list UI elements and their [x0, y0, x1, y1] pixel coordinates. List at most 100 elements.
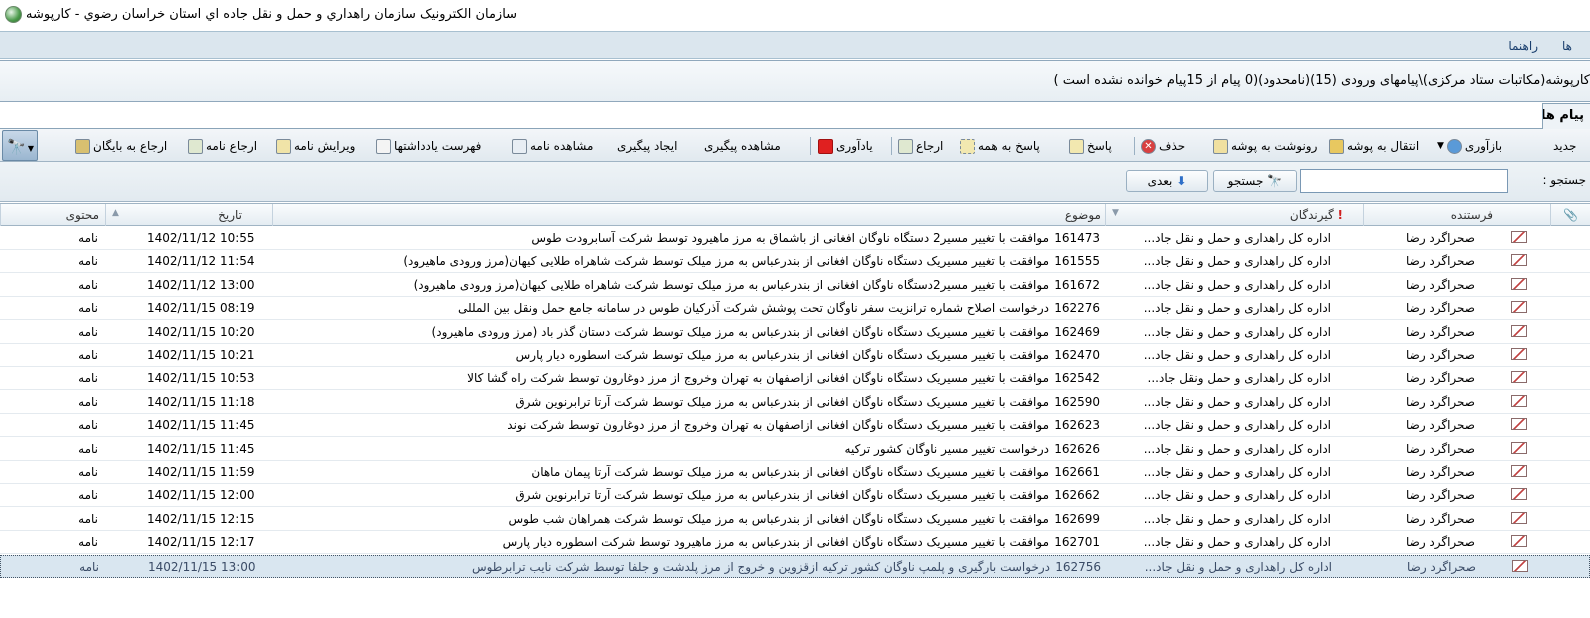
reply-all-icon	[960, 138, 975, 154]
dropdown-arrow-icon[interactable]: ▼	[1437, 141, 1444, 151]
chevron-down-icon: ▼	[27, 144, 34, 153]
table-row[interactable]: صحراگرد رضا اداره کل راهداری و حمل و نقل …	[0, 531, 1590, 554]
find-tool-button[interactable]: 🔭 ▼	[2, 130, 38, 161]
cell-content-type: نامه	[78, 371, 98, 385]
move-to-folder-button[interactable]: انتقال به پوشه	[1329, 136, 1419, 156]
table-row[interactable]: صحراگرد رضا اداره کل راهداری و حمل و نقل …	[0, 484, 1590, 507]
window-title: سازمان الكترونيک سازمان راهداري و حمل و …	[26, 7, 518, 22]
header-sender[interactable]: فرستنده	[1363, 204, 1497, 226]
cell-content-type: نامه	[78, 442, 98, 456]
cell-content-type: نامه	[78, 254, 98, 268]
table-row[interactable]: صحراگرد رضا اداره کل راهداری و حمل و نقل …	[0, 461, 1590, 484]
forward-archive-button[interactable]: ارجاع به بایگان	[75, 136, 167, 156]
menu-item-windows[interactable]: ها	[1562, 39, 1572, 53]
cell-date: 1402/11/15 10:21	[147, 348, 255, 362]
reply-button[interactable]: پاسخ	[1069, 136, 1112, 156]
view-letter-button[interactable]: مشاهده نامه	[512, 136, 593, 156]
forward-button[interactable]: ارجاع	[898, 136, 943, 156]
envelope-icon	[1511, 395, 1527, 407]
search-button[interactable]: 🔭 جستجو	[1213, 170, 1297, 192]
header-content[interactable]: محتوی	[0, 204, 105, 226]
table-row[interactable]: صحراگرد رضا اداره کل راهداری و حمل و نقل …	[0, 555, 1590, 578]
header-date[interactable]: تاریخ ▲	[105, 204, 272, 226]
cell-content-type: نامه	[78, 325, 98, 339]
cell-sender: صحراگرد رضا	[1405, 301, 1475, 315]
cell-subject: موافقت با تغییر مسیریک دستگاه ناوگان افغ…	[403, 254, 1049, 268]
table-row[interactable]: صحراگرد رضا اداره کل راهداری و حمل و نقل …	[0, 297, 1590, 320]
table-row[interactable]: صحراگرد رضا اداره کل راهداری و حمل و نقل …	[0, 250, 1590, 273]
reply-icon	[1069, 138, 1084, 154]
cell-letter-number: 162662	[1054, 488, 1100, 502]
search-input[interactable]	[1300, 169, 1508, 193]
cell-sender: صحراگرد رضا	[1405, 254, 1475, 268]
new-button[interactable]: جدید	[1553, 136, 1576, 156]
forward-letter-label: ارجاع نامه	[206, 139, 258, 153]
cell-letter-number: 162661	[1054, 465, 1100, 479]
cell-subject: موافقت با تغییر مسیریک دستگاه ناوگان افغ…	[507, 418, 1049, 432]
next-button[interactable]: ⬇ بعدی	[1126, 170, 1208, 192]
copy-to-folder-button[interactable]: رونوشت به پوشه	[1213, 136, 1317, 156]
table-row[interactable]: صحراگرد رضا اداره کل راهداری و حمل و نقل …	[0, 414, 1590, 437]
view-followup-button[interactable]: مشاهده پیگیری	[704, 136, 781, 156]
cell-recipients: اداره کل راهداری و حمل و نقل جاد...	[1143, 348, 1331, 362]
table-row[interactable]: صحراگرد رضا اداره کل راهداری و حمل و نقل …	[0, 274, 1590, 297]
table-row[interactable]: صحراگرد رضا اداره کل راهداری و حمل و نقل …	[0, 391, 1590, 414]
tab-messages[interactable]: پیام ها	[1542, 103, 1590, 129]
cell-recipients: اداره کل راهداری و حمل و نقل جاد...	[1143, 301, 1331, 315]
cell-sender: صحراگرد رضا	[1405, 231, 1475, 245]
envelope-icon	[1505, 325, 1527, 337]
folder-info-panel: کارپوشه(مکاتبات ستاد مرکزی)\پیامهای ورود…	[0, 60, 1590, 102]
cell-content-type: نامه	[78, 278, 98, 292]
cell-content-type: نامه	[78, 418, 98, 432]
binoculars-icon: 🔭	[1267, 174, 1283, 188]
notes-list-button[interactable]: فهرست یادداشتها	[376, 136, 481, 156]
cell-letter-number: 162699	[1054, 512, 1100, 526]
header-subject[interactable]: موضوع	[272, 204, 1105, 226]
menu-item-help[interactable]: راهنما	[1508, 39, 1538, 53]
copy-to-folder-label: رونوشت به پوشه	[1231, 139, 1318, 153]
envelope-icon	[1511, 442, 1527, 454]
search-button-label: جستجو	[1227, 174, 1264, 188]
cell-subject: موافقت با تغییر مسیر2دستگاه ناوگان افغان…	[413, 278, 1049, 292]
cell-recipients: اداره کل راهداری و حمل و نقل جاد...	[1143, 395, 1331, 409]
table-row[interactable]: صحراگرد رضا اداره کل راهداری و حمل و نقل …	[0, 438, 1590, 461]
envelope-icon	[1511, 325, 1527, 337]
forward-letter-button[interactable]: ارجاع نامه	[188, 136, 257, 156]
header-recipients[interactable]: ! گیرندگان ▼	[1105, 204, 1363, 226]
envelope-icon	[1511, 254, 1527, 266]
edit-letter-button[interactable]: ویرایش نامه	[276, 136, 355, 156]
cell-recipients: اداره کل راهداری و حمل و نقل جاد...	[1143, 535, 1331, 549]
cell-recipients: اداره کل راهداری و حمل و نقل جاد...	[1143, 278, 1331, 292]
reply-all-button[interactable]: پاسخ به همه	[960, 136, 1040, 156]
message-grid: صحراگرد رضا اداره کل راهداری و حمل و نقل …	[0, 227, 1590, 618]
cell-content-type: نامه	[78, 301, 98, 315]
table-row[interactable]: صحراگرد رضا اداره کل راهداری و حمل و نقل …	[0, 508, 1590, 531]
header-recipients-label: گیرندگان	[1289, 208, 1334, 222]
delete-button[interactable]: ✕ حذف	[1141, 136, 1185, 156]
envelope-icon	[1505, 254, 1527, 266]
arrow-down-icon: ⬇	[1176, 174, 1187, 188]
reminder-button[interactable]: یادآوری	[818, 136, 873, 156]
forward-letter-icon	[188, 138, 203, 154]
cell-recipients: اداره کل راهداری و حمل و نقل جاد...	[1143, 465, 1331, 479]
grid-header: 📎 فرستنده ! گیرندگان ▼ موضوع تاریخ ▲ محت…	[0, 203, 1590, 226]
envelope-icon	[1511, 348, 1527, 360]
cell-letter-number: 162701	[1054, 535, 1100, 549]
menubar: ها راهنما	[0, 31, 1590, 59]
create-followup-button[interactable]: ایجاد پیگیری	[617, 136, 677, 156]
cell-date: 1402/11/15 12:00	[147, 488, 255, 502]
tab-strip: پیام ها	[0, 102, 1590, 129]
table-row[interactable]: صحراگرد رضا اداره کل راهداری و حمل ونقل ج…	[0, 367, 1590, 390]
refresh-button[interactable]: ▼ بازآوری	[1437, 136, 1502, 156]
cell-content-type: نامه	[78, 231, 98, 245]
cell-content-type: نامه	[78, 535, 98, 549]
toolbar-separator	[891, 137, 892, 155]
table-row[interactable]: صحراگرد رضا اداره کل راهداری و حمل و نقل …	[0, 321, 1590, 344]
header-attachment-column[interactable]: 📎	[1550, 204, 1590, 226]
table-row[interactable]: صحراگرد رضا اداره کل راهداری و حمل و نقل …	[0, 344, 1590, 367]
cell-letter-number: 162756	[1055, 560, 1101, 574]
cell-letter-number: 162469	[1054, 325, 1100, 339]
table-row[interactable]: صحراگرد رضا اداره کل راهداری و حمل و نقل …	[0, 227, 1590, 250]
envelope-icon	[1506, 560, 1528, 572]
cell-letter-number: 162590	[1054, 395, 1100, 409]
